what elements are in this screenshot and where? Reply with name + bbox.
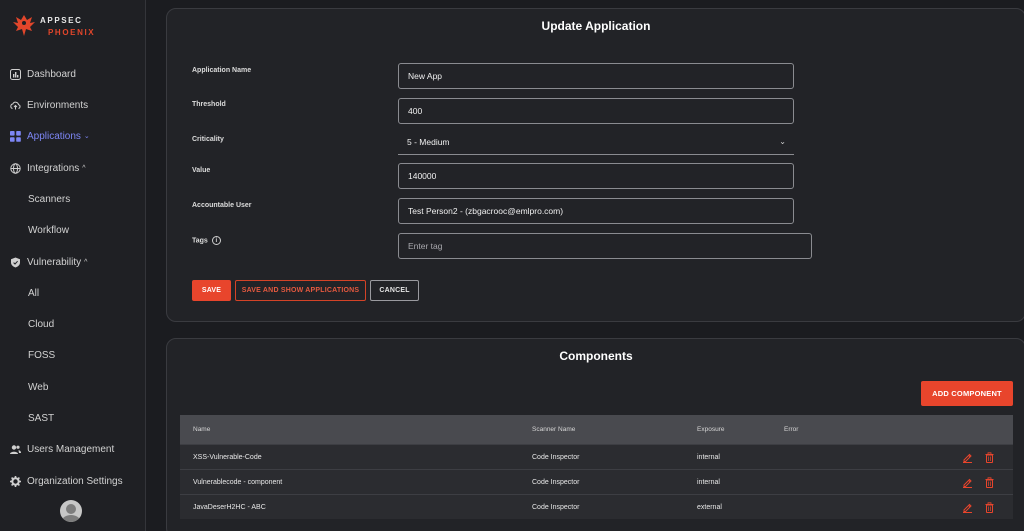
sidebar-item-sast[interactable]: SAST <box>0 406 146 430</box>
value-label: Value <box>192 167 211 174</box>
component-scanner: Code Inspector <box>532 453 580 461</box>
threshold-label: Threshold <box>192 101 226 108</box>
component-scanner: Code Inspector <box>532 478 580 486</box>
chevron-down-icon: ⌄ <box>779 137 786 146</box>
tags-input[interactable]: Enter tag <box>398 233 812 259</box>
table-row: XSS-Vulnerable-Code Code Inspector inter… <box>180 444 1013 469</box>
table-header: Name Scanner Name Exposure Error <box>180 415 1013 444</box>
globe-icon <box>10 162 21 174</box>
sidebar-item-label: SAST <box>28 412 55 424</box>
sidebar-item-label: FOSS <box>28 349 56 361</box>
update-application-card: Update Application Application Name New … <box>166 8 1024 322</box>
edit-icon[interactable] <box>962 477 973 488</box>
threshold-field[interactable]: 400 <box>398 98 794 124</box>
application-name-field[interactable]: New App <box>398 63 794 89</box>
column-header-scanner-name[interactable]: Scanner Name <box>532 415 575 444</box>
sidebar-item-organization-settings[interactable]: Organization Settings <box>0 469 146 493</box>
sidebar-item-applications[interactable]: Applications ⌄ <box>0 124 146 148</box>
avatar[interactable] <box>60 500 82 522</box>
accountable-user-label: Accountable User <box>192 202 252 209</box>
criticality-select[interactable]: 5 - Medium ⌄ <box>398 129 794 155</box>
chevron-down-icon: ⌄ <box>83 133 90 140</box>
column-header-exposure[interactable]: Exposure <box>697 415 724 444</box>
save-button[interactable]: SAVE <box>192 280 231 301</box>
sidebar-item-scanners[interactable]: Scanners <box>0 187 146 211</box>
sidebar-item-web[interactable]: Web <box>0 375 146 399</box>
chevron-up-icon: ^ <box>84 258 88 266</box>
phoenix-logo-icon <box>13 15 35 36</box>
gear-icon <box>10 475 21 487</box>
edit-icon[interactable] <box>962 502 973 513</box>
tags-label-text: Tags <box>192 237 208 245</box>
brand-line2: PHOENIX <box>48 28 96 37</box>
application-name-label: Application Name <box>192 67 252 74</box>
tags-label: Tags i <box>192 236 221 245</box>
sidebar-item-integrations[interactable]: Integrations ^ <box>0 156 146 180</box>
grid-icon <box>10 130 21 142</box>
sidebar-item-cloud[interactable]: Cloud <box>0 312 146 336</box>
sidebar-item-label: Vulnerability <box>27 256 82 268</box>
brand-line1: APPSEC <box>40 16 83 25</box>
sidebar-item-label: Workflow <box>28 224 69 236</box>
table-row: JavaDeserH2HC - ABC Code Inspector exter… <box>180 494 1013 519</box>
sidebar-item-workflow[interactable]: Workflow <box>0 218 146 242</box>
sidebar-item-label: Users Management <box>27 443 115 455</box>
component-name: JavaDeserH2HC - ABC <box>193 503 266 511</box>
sidebar-item-label: Scanners <box>28 193 71 205</box>
brand-logo[interactable]: APPSEC PHOENIX <box>10 11 94 41</box>
component-exposure: internal <box>697 478 720 486</box>
sidebar-item-label: Applications <box>27 130 81 142</box>
page-title: Update Application <box>541 19 651 33</box>
users-icon <box>10 444 21 455</box>
save-and-show-applications-button[interactable]: SAVE AND SHOW APPLICATIONS <box>235 280 366 301</box>
component-exposure: external <box>697 503 722 511</box>
component-scanner: Code Inspector <box>532 503 580 511</box>
criticality-selected-value: 5 - Medium <box>407 136 450 147</box>
edit-icon[interactable] <box>962 452 973 463</box>
sidebar-item-label: Web <box>28 381 49 393</box>
sidebar-item-dashboard[interactable]: Dashboard <box>0 62 146 86</box>
criticality-label: Criticality <box>192 136 224 143</box>
info-icon[interactable]: i <box>211 236 221 245</box>
column-header-name[interactable]: Name <box>193 415 210 444</box>
delete-icon[interactable] <box>984 502 995 513</box>
sidebar-item-vulnerability[interactable]: Vulnerability ^ <box>0 250 146 274</box>
sidebar-item-users-management[interactable]: Users Management <box>0 437 146 461</box>
sidebar-item-label: Environments <box>27 99 89 111</box>
sidebar-item-environments[interactable]: Environments <box>0 93 146 117</box>
add-component-button[interactable]: ADD COMPONENT <box>921 381 1013 406</box>
sidebar-item-foss[interactable]: FOSS <box>0 343 146 367</box>
sidebar-item-label: Dashboard <box>27 68 76 80</box>
delete-icon[interactable] <box>984 452 995 463</box>
components-card: Components ADD COMPONENT Name Scanner Na… <box>166 338 1024 531</box>
delete-icon[interactable] <box>984 477 995 488</box>
shield-icon <box>10 257 21 268</box>
sidebar-item-label: Cloud <box>28 318 55 330</box>
value-field[interactable]: 140000 <box>398 163 794 189</box>
components-title: Components <box>559 349 633 363</box>
chevron-up-icon: ^ <box>82 164 86 172</box>
sidebar-item-label: All <box>28 287 40 299</box>
components-table: Name Scanner Name Exposure Error XSS-Vul… <box>180 415 1013 519</box>
sidebar: APPSEC PHOENIX Dashboard Environments Ap… <box>0 0 146 531</box>
cloud-upload-icon <box>10 100 21 111</box>
sidebar-item-label: Organization Settings <box>27 475 123 487</box>
chart-icon <box>10 68 21 80</box>
column-header-error[interactable]: Error <box>784 415 798 444</box>
sidebar-item-label: Integrations <box>27 162 80 174</box>
component-exposure: internal <box>697 453 720 461</box>
table-row: Vulnerablecode - component Code Inspecto… <box>180 469 1013 494</box>
accountable-user-field[interactable]: Test Person2 - (zbgacrooc@emlpro.com) <box>398 198 794 224</box>
component-name: Vulnerablecode - component <box>193 478 283 486</box>
component-name: XSS-Vulnerable-Code <box>193 453 262 461</box>
cancel-button[interactable]: CANCEL <box>370 280 419 301</box>
sidebar-item-all[interactable]: All <box>0 281 146 305</box>
